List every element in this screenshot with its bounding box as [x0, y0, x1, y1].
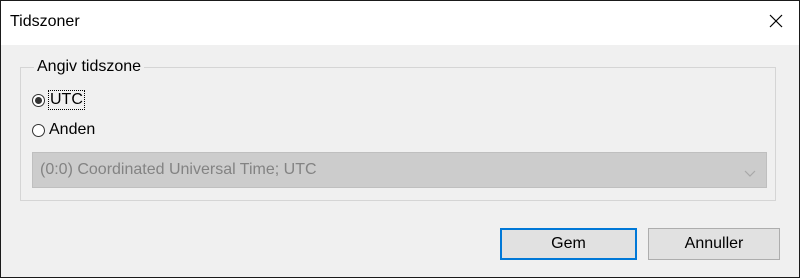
radio-utc[interactable]: UTC [32, 90, 85, 110]
radio-utc-label[interactable]: UTC [48, 90, 85, 110]
title-bar: Tidszoner [1, 1, 799, 45]
save-button[interactable]: Gem [500, 228, 637, 260]
radio-other-label[interactable]: Anden [49, 121, 95, 139]
close-button[interactable] [753, 1, 799, 45]
radio-button-icon[interactable] [32, 93, 45, 107]
radio-button-icon[interactable] [32, 123, 45, 137]
timezone-select-value: (0:0) Coordinated Universal Time; UTC [40, 161, 317, 178]
timezone-select[interactable]: (0:0) Coordinated Universal Time; UTC [32, 152, 767, 188]
cancel-button[interactable]: Annuller [648, 228, 780, 260]
radio-selected-dot [35, 96, 42, 104]
chevron-down-icon [744, 165, 756, 183]
dialog-title: Tidszoner [10, 13, 80, 30]
radio-other[interactable]: Anden [32, 121, 95, 139]
group-legend: Angiv tidszone [34, 58, 145, 76]
close-icon [768, 13, 784, 34]
